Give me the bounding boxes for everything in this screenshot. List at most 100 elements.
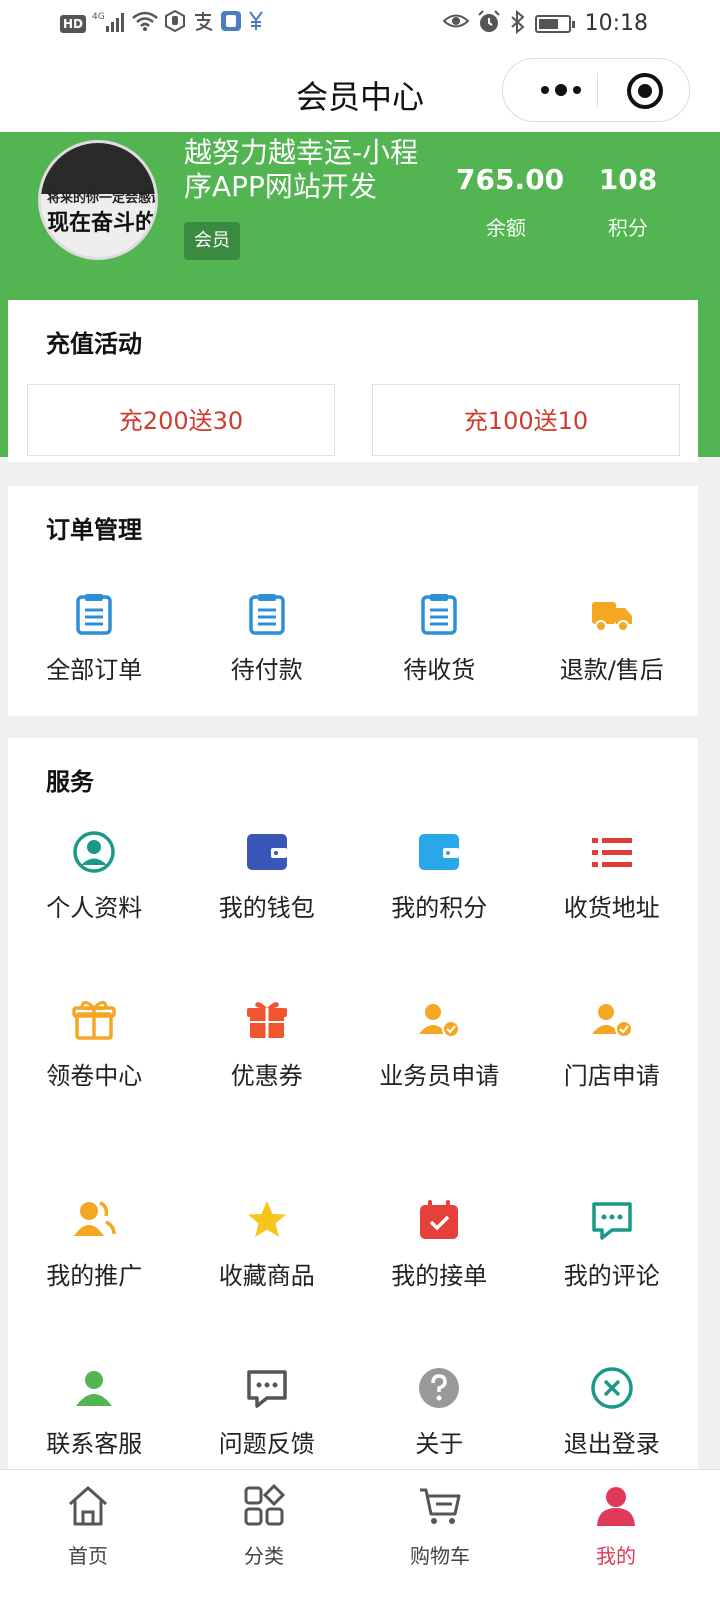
service-wallet-label: 我的钱包 bbox=[218, 894, 315, 922]
capsule-divider bbox=[597, 73, 598, 107]
service-about-label: 关于 bbox=[415, 1430, 464, 1458]
service-store-apply-label: 门店申请 bbox=[563, 1062, 660, 1090]
recharge-title: 充值活动 bbox=[46, 330, 142, 358]
service-my-reviews[interactable]: 我的评论 bbox=[526, 1198, 699, 1366]
balance-label: 余额 bbox=[486, 216, 526, 240]
close-circle-icon bbox=[590, 1366, 634, 1410]
order-pending-payment[interactable]: 待付款 bbox=[181, 592, 354, 702]
order-list-icon bbox=[417, 592, 461, 636]
bluetooth-icon bbox=[509, 9, 527, 38]
order-pending-payment-label: 待付款 bbox=[230, 656, 303, 684]
user-circle-icon bbox=[72, 830, 116, 874]
service-my-orders-taken[interactable]: 我的接单 bbox=[353, 1198, 526, 1366]
points-label: 积分 bbox=[608, 216, 648, 240]
calendar-check-icon bbox=[417, 1198, 461, 1242]
balance-stat[interactable]: 765.00 余额 bbox=[456, 160, 565, 241]
service-promotion-label: 我的推广 bbox=[46, 1262, 143, 1290]
order-all-label: 全部订单 bbox=[46, 656, 143, 684]
points-stat[interactable]: 108 积分 bbox=[580, 160, 676, 241]
service-points[interactable]: 我的积分 bbox=[353, 830, 526, 998]
tab-category[interactable]: 分类 bbox=[176, 1470, 352, 1600]
alarm-icon bbox=[477, 10, 501, 38]
recharge-option-200[interactable]: 充200送30 bbox=[27, 384, 335, 456]
tab-cart-label: 购物车 bbox=[410, 1544, 470, 1568]
user-name: 越努力越幸运-小程序APP网站开发 bbox=[184, 136, 419, 203]
tab-home-label: 首页 bbox=[68, 1544, 108, 1568]
list-icon bbox=[590, 830, 634, 874]
close-program-icon[interactable] bbox=[627, 73, 663, 109]
order-refund[interactable]: 退款/售后 bbox=[526, 592, 699, 702]
service-store-apply[interactable]: 门店申请 bbox=[526, 998, 699, 1198]
service-feedback-label: 问题反馈 bbox=[218, 1430, 315, 1458]
wallet-icon bbox=[417, 830, 461, 874]
mini-program-capsule bbox=[502, 58, 690, 122]
eye-icon bbox=[442, 10, 470, 38]
services-card: 服务 个人资料 我的钱包 我的积分 收货地址 领卷中心 优惠券 业务员申请 门店… bbox=[8, 738, 698, 1483]
avatar-caption-2: 现在奋斗的你 bbox=[47, 211, 158, 236]
service-salesman-apply[interactable]: 业务员申请 bbox=[353, 998, 526, 1198]
recharge-option-100[interactable]: 充100送10 bbox=[372, 384, 680, 456]
service-address-label: 收货地址 bbox=[563, 894, 660, 922]
order-all[interactable]: 全部订单 bbox=[8, 592, 181, 702]
user-icon bbox=[594, 1484, 638, 1528]
comment-icon bbox=[245, 1366, 289, 1410]
cart-icon bbox=[418, 1484, 462, 1528]
category-icon bbox=[242, 1483, 286, 1528]
tab-category-label: 分类 bbox=[244, 1544, 284, 1568]
service-my-orders-taken-label: 我的接单 bbox=[391, 1262, 488, 1290]
service-coupons[interactable]: 优惠券 bbox=[181, 998, 354, 1198]
service-points-label: 我的积分 bbox=[391, 894, 488, 922]
orders-card: 订单管理 全部订单 待付款 待收货 退款/售后 bbox=[8, 486, 698, 716]
more-options-icon[interactable] bbox=[525, 59, 597, 121]
service-my-reviews-label: 我的评论 bbox=[563, 1262, 660, 1290]
service-favorites-label: 收藏商品 bbox=[218, 1262, 315, 1290]
gift-icon bbox=[245, 998, 289, 1042]
order-pending-receipt-label: 待收货 bbox=[403, 656, 476, 684]
users-icon bbox=[72, 1198, 116, 1242]
member-badge: 会员 bbox=[184, 222, 240, 260]
gift-icon bbox=[72, 998, 116, 1042]
avatar[interactable]: 将来的你一定会感谢 现在奋斗的你 bbox=[38, 140, 158, 260]
svg-text:4G: 4G bbox=[92, 12, 105, 22]
alipay-icon bbox=[192, 10, 214, 38]
recharge-card: 充值活动 充200送30 充100送10 bbox=[8, 300, 698, 462]
order-list-icon bbox=[72, 592, 116, 636]
order-refund-label: 退款/售后 bbox=[559, 656, 664, 684]
status-bar: HD 4G 10:18 bbox=[0, 0, 720, 50]
service-coupon-center[interactable]: 领卷中心 bbox=[8, 998, 181, 1198]
clock-time: 10:18 bbox=[584, 11, 648, 36]
service-contact-label: 联系客服 bbox=[46, 1430, 143, 1458]
service-promotion[interactable]: 我的推广 bbox=[8, 1198, 181, 1366]
tab-cart[interactable]: 购物车 bbox=[352, 1470, 528, 1600]
service-coupons-label: 优惠券 bbox=[230, 1062, 303, 1090]
service-about[interactable]: 关于 bbox=[353, 1366, 526, 1486]
home-icon bbox=[66, 1484, 110, 1528]
service-address[interactable]: 收货地址 bbox=[526, 830, 699, 998]
service-contact[interactable]: 联系客服 bbox=[8, 1366, 181, 1486]
service-favorites[interactable]: 收藏商品 bbox=[181, 1198, 354, 1366]
tab-mine[interactable]: 我的 bbox=[528, 1470, 704, 1600]
service-logout[interactable]: 退出登录 bbox=[526, 1366, 699, 1486]
points-value: 108 bbox=[598, 163, 658, 196]
order-pending-receipt[interactable]: 待收货 bbox=[353, 592, 526, 702]
service-logout-label: 退出登录 bbox=[563, 1430, 660, 1458]
service-wallet[interactable]: 我的钱包 bbox=[181, 830, 354, 998]
tab-home[interactable]: 首页 bbox=[0, 1470, 176, 1600]
truck-icon bbox=[590, 592, 634, 636]
service-coupon-center-label: 领卷中心 bbox=[46, 1062, 143, 1090]
hd-icon: HD bbox=[60, 15, 87, 33]
service-feedback[interactable]: 问题反馈 bbox=[181, 1366, 354, 1486]
battery-icon bbox=[534, 10, 575, 38]
user-check-icon bbox=[590, 998, 634, 1042]
app-icon bbox=[220, 10, 242, 38]
avatar-caption-1: 将来的你一定会感谢 bbox=[47, 191, 158, 206]
wifi-icon bbox=[132, 10, 158, 38]
star-icon bbox=[245, 1198, 289, 1242]
services-title: 服务 bbox=[46, 768, 94, 796]
service-salesman-apply-label: 业务员申请 bbox=[379, 1062, 500, 1090]
nav-bar: 会员中心 bbox=[0, 50, 720, 132]
service-profile[interactable]: 个人资料 bbox=[8, 830, 181, 998]
question-icon bbox=[417, 1366, 461, 1410]
balance-value: 765.00 bbox=[456, 163, 565, 196]
tab-mine-label: 我的 bbox=[596, 1544, 636, 1568]
